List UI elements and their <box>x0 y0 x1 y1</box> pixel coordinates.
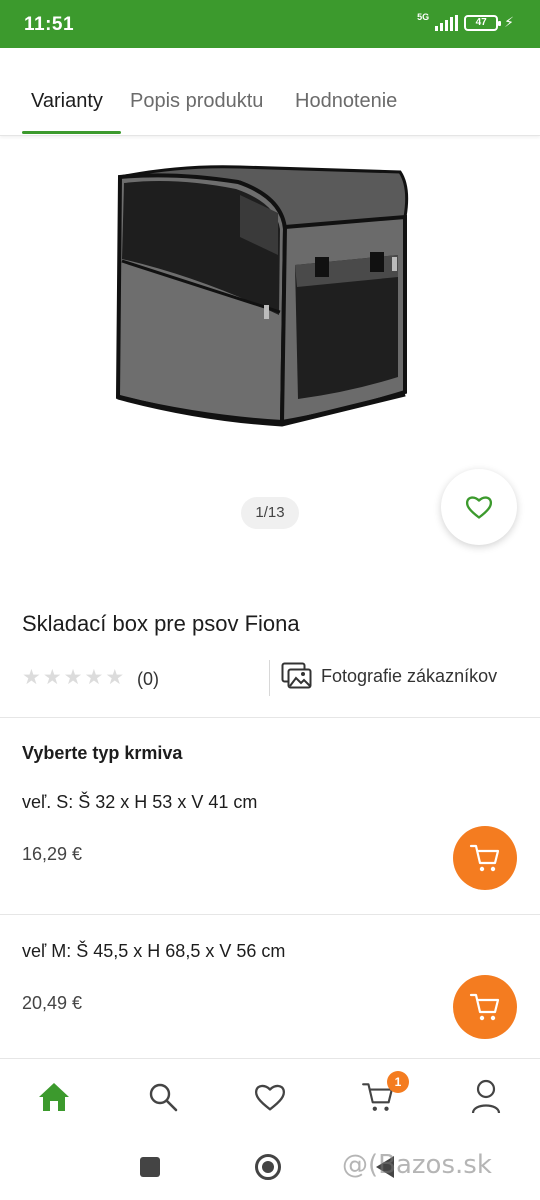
variant-name: veľ. S: Š 32 x H 53 x V 41 cm <box>22 792 258 812</box>
heart-icon <box>254 1084 286 1111</box>
star-icon: ★ <box>63 666 83 689</box>
divider <box>269 660 270 696</box>
recent-apps-button[interactable] <box>140 1157 160 1177</box>
nav-favorites[interactable] <box>250 1077 290 1117</box>
cart-icon <box>469 844 500 872</box>
product-gallery[interactable]: 1/13 <box>0 137 540 557</box>
variant-price: 16,29 € <box>22 844 83 864</box>
rating-row: ★ ★ ★ ★ ★ (0) Fotografie zákazníkov <box>0 660 540 698</box>
status-icons: 5G 47 ⚡ <box>417 12 514 31</box>
star-icon: ★ <box>42 666 62 689</box>
system-navigation: @(Bazos.sk <box>0 1136 540 1200</box>
product-tabs: Varianty Popis produktu Hodnotenie <box>0 48 540 136</box>
divider <box>0 717 540 718</box>
status-bar: 11:51 5G 47 ⚡ <box>0 0 540 48</box>
variants-section-label: Vyberte typ krmiva <box>22 743 183 763</box>
cart-count-badge: 1 <box>387 1071 409 1093</box>
gallery-counter: 1/13 <box>241 497 299 529</box>
heart-outline-icon <box>465 496 493 519</box>
divider <box>0 914 540 915</box>
home-icon <box>39 1083 69 1111</box>
nav-home[interactable] <box>34 1077 74 1117</box>
network-type: 5G <box>417 12 430 22</box>
bottom-navigation: 1 <box>0 1058 540 1136</box>
variant-name: veľ M: Š 45,5 x H 68,5 x V 56 cm <box>22 941 286 961</box>
variant-price: 20,49 € <box>22 993 83 1013</box>
photo-gallery-icon <box>281 662 312 689</box>
product-image <box>115 165 409 427</box>
add-to-cart-button[interactable] <box>453 975 517 1039</box>
signal-icon <box>435 14 459 31</box>
active-tab-indicator <box>22 131 121 134</box>
review-count[interactable]: (0) <box>137 669 159 690</box>
favorite-button[interactable] <box>441 469 517 545</box>
customer-photos-link[interactable]: Fotografie zákazníkov <box>281 662 497 690</box>
customer-photos-label: Fotografie zákazníkov <box>321 665 498 686</box>
search-icon <box>149 1083 178 1112</box>
home-button[interactable] <box>255 1154 281 1180</box>
star-icon: ★ <box>22 666 41 689</box>
charging-icon: ⚡ <box>504 14 514 30</box>
star-icon: ★ <box>84 666 104 689</box>
tab-popis-produktu[interactable]: Popis produktu <box>130 90 263 113</box>
tab-hodnotenie[interactable]: Hodnotenie <box>295 90 397 113</box>
user-icon <box>471 1079 501 1114</box>
status-time: 11:51 <box>24 14 75 35</box>
product-title: Skladací box pre psov Fiona <box>22 611 300 636</box>
battery-icon: 47 <box>464 14 502 31</box>
battery-level: 47 <box>475 16 487 28</box>
tab-varianty[interactable]: Varianty <box>31 90 103 113</box>
cart-icon <box>469 993 500 1021</box>
add-to-cart-button[interactable] <box>453 826 517 890</box>
rating-stars: ★ ★ ★ ★ ★ <box>22 666 125 689</box>
nav-search[interactable] <box>143 1077 183 1117</box>
nav-account[interactable] <box>466 1077 506 1117</box>
star-icon: ★ <box>105 666 125 689</box>
watermark: @(Bazos.sk <box>342 1150 492 1180</box>
